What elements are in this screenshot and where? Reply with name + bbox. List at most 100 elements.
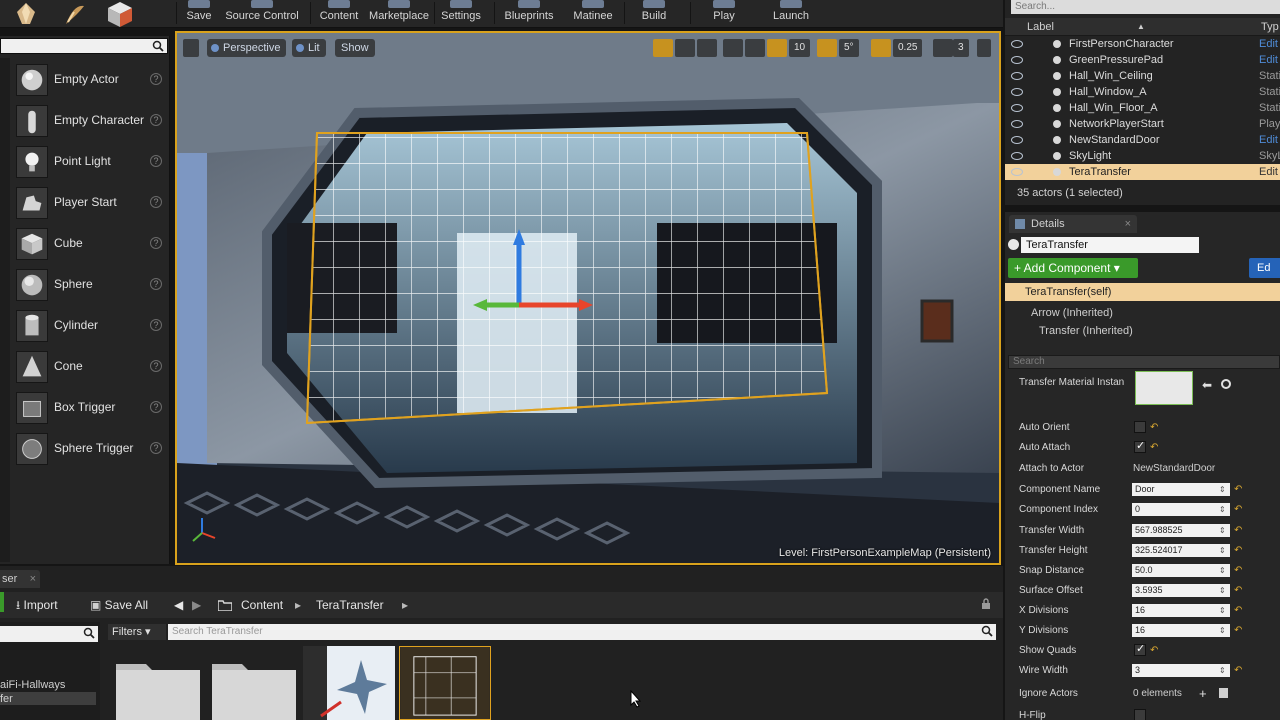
help-icon[interactable]: ? <box>150 155 162 167</box>
save-all-button[interactable]: ▣ Save All <box>90 596 148 614</box>
help-icon[interactable]: ? <box>150 360 162 372</box>
visibility-eye-icon[interactable] <box>1011 40 1023 48</box>
spinner-icon[interactable]: ⇕ <box>1219 504 1228 515</box>
property-checkbox[interactable] <box>1134 709 1146 720</box>
viewport-options-button[interactable] <box>183 39 199 57</box>
spinner-icon[interactable]: ⇕ <box>1219 625 1228 636</box>
visibility-eye-icon[interactable] <box>1011 136 1023 144</box>
spinner-icon[interactable]: ⇕ <box>1219 585 1228 596</box>
filters-button[interactable]: Filters ▾ <box>108 624 166 640</box>
reset-to-default-icon[interactable]: ↶ <box>1234 606 1242 616</box>
type-column-header[interactable]: Typ <box>1261 18 1279 36</box>
property-value-field[interactable]: 0 ⇕ <box>1132 503 1230 516</box>
settings-button[interactable]: Settings <box>440 0 482 28</box>
outliner-search-input[interactable]: Search... <box>1011 0 1280 14</box>
build-button[interactable]: Build <box>636 0 672 28</box>
browse-icon[interactable] <box>1221 379 1231 389</box>
reset-to-default-icon[interactable]: ↶ <box>1234 505 1242 515</box>
teratransfer-asset-icon[interactable] <box>399 646 491 720</box>
perspective-button[interactable]: Perspective <box>207 39 287 57</box>
property-checkbox[interactable] <box>1134 642 1146 656</box>
property-value-field[interactable]: 325.524017 ⇕ <box>1132 544 1230 557</box>
visibility-eye-icon[interactable] <box>1011 152 1023 160</box>
close-icon[interactable]: × <box>1125 215 1131 233</box>
blueprints-button[interactable]: Blueprints <box>502 0 556 28</box>
reset-to-default-icon[interactable]: ↶ <box>1234 586 1242 596</box>
add-new-button[interactable] <box>0 592 4 612</box>
rotation-snap-value[interactable]: 5° <box>839 39 859 57</box>
reset-to-default-icon[interactable]: ↶ <box>1234 626 1242 636</box>
outliner-row[interactable]: FirstPersonCharacter Edit <box>1005 36 1280 52</box>
outliner-row[interactable]: Hall_Win_Ceiling Stati <box>1005 68 1280 84</box>
breadcrumb-teratransfer[interactable]: TeraTransfer <box>316 596 384 614</box>
folder-asset-icon[interactable] <box>112 646 204 720</box>
reset-to-default-icon[interactable]: ↶ <box>1234 566 1242 576</box>
outliner-row[interactable]: GreenPressurePad Edit <box>1005 52 1280 68</box>
palette-item-cube[interactable]: Cube ? <box>12 224 168 264</box>
grid-snap-icon[interactable] <box>767 39 787 57</box>
tab-details[interactable]: Details × <box>1009 215 1137 233</box>
property-value-field[interactable]: 50.0 ⇕ <box>1132 564 1230 577</box>
outliner-row[interactable]: NetworkPlayerStart Playe <box>1005 116 1280 132</box>
material-thumbnail[interactable] <box>1135 371 1193 405</box>
folder-tree-item[interactable]: aiFi-Hallways <box>0 679 65 691</box>
help-icon[interactable]: ? <box>150 278 162 290</box>
edit-blueprint-button[interactable]: Ed <box>1249 258 1280 278</box>
component-row-arrow[interactable]: Arrow (Inherited) <box>1005 304 1280 322</box>
add-element-icon[interactable]: + <box>1199 686 1207 701</box>
property-checkbox[interactable] <box>1134 421 1146 433</box>
visibility-eye-icon[interactable] <box>1011 56 1023 64</box>
history-forward-button[interactable]: ▶ <box>192 596 201 614</box>
matinee-button[interactable]: Matinee <box>570 0 616 28</box>
help-icon[interactable]: ? <box>150 73 162 85</box>
help-icon[interactable]: ? <box>150 319 162 331</box>
content-button[interactable]: Content <box>318 0 360 28</box>
delete-icon[interactable] <box>1219 688 1228 698</box>
reset-to-default-icon[interactable]: ↶ <box>1234 546 1242 556</box>
outliner-row[interactable]: Hall_Win_Floor_A Stati <box>1005 100 1280 116</box>
level-viewport[interactable]: Perspective Lit Show 10 5° 0.25 3 Level:… <box>175 31 1001 565</box>
surface-snap-icon[interactable] <box>745 39 765 57</box>
camera-speed-icon[interactable] <box>933 39 953 57</box>
source-control-button[interactable]: Source Control <box>224 0 300 28</box>
lock-icon[interactable] <box>980 598 992 610</box>
translate-mode-icon[interactable] <box>653 39 673 57</box>
save-button[interactable]: Save <box>184 0 214 28</box>
help-icon[interactable]: ? <box>150 401 162 413</box>
palette-item-point-light[interactable]: Point Light ? <box>12 142 168 182</box>
spinner-icon[interactable]: ⇕ <box>1219 605 1228 616</box>
geometry-mode-icon[interactable] <box>102 0 138 28</box>
marketplace-button[interactable]: Marketplace <box>368 0 430 28</box>
asset-search-input[interactable]: Search TeraTransfer <box>168 624 996 640</box>
outliner-row[interactable]: TeraTransfer Edit <box>1005 164 1280 180</box>
folder-asset-icon[interactable] <box>208 646 300 720</box>
launch-button[interactable]: Launch <box>768 0 814 28</box>
history-back-button[interactable]: ◀ <box>174 596 183 614</box>
property-value-field[interactable]: 16 ⇕ <box>1132 604 1230 617</box>
tab-content-browser[interactable]: ser × <box>0 570 40 588</box>
close-icon[interactable]: × <box>30 570 36 588</box>
property-value-field[interactable]: 3 ⇕ <box>1132 664 1230 677</box>
outliner-row-type[interactable]: Edit <box>1259 132 1278 148</box>
component-row-self[interactable]: TeraTransfer(self) <box>1005 283 1280 301</box>
use-selected-icon[interactable]: ⬅ <box>1202 378 1212 392</box>
help-icon[interactable]: ? <box>150 114 162 126</box>
scale-mode-icon[interactable] <box>697 39 717 57</box>
reset-to-default-icon[interactable]: ↶ <box>1234 485 1242 495</box>
property-value-field[interactable]: 3.5935 ⇕ <box>1132 584 1230 597</box>
folder-search-input[interactable] <box>0 626 98 642</box>
import-button[interactable]: ⭳ Import <box>16 596 58 614</box>
palette-item-box-trigger[interactable]: Box Trigger ? <box>12 388 168 428</box>
camera-speed-value[interactable]: 3 <box>953 39 969 57</box>
breadcrumb-content[interactable]: Content <box>241 596 283 614</box>
rotate-mode-icon[interactable] <box>675 39 695 57</box>
add-component-button[interactable]: + Add Component ▾ <box>1008 258 1138 278</box>
visibility-eye-icon[interactable] <box>1011 168 1023 176</box>
label-column-header[interactable]: Label <box>1027 18 1054 36</box>
reset-to-default-icon[interactable]: ↶ <box>1150 423 1158 433</box>
spinner-icon[interactable]: ⇕ <box>1219 565 1228 576</box>
palette-item-empty-character[interactable]: Empty Character ? <box>12 101 168 141</box>
play-button[interactable]: Play <box>706 0 742 28</box>
component-row-transfer[interactable]: Transfer (Inherited) <box>1005 322 1280 340</box>
outliner-row[interactable]: SkyLight SkyL <box>1005 148 1280 164</box>
